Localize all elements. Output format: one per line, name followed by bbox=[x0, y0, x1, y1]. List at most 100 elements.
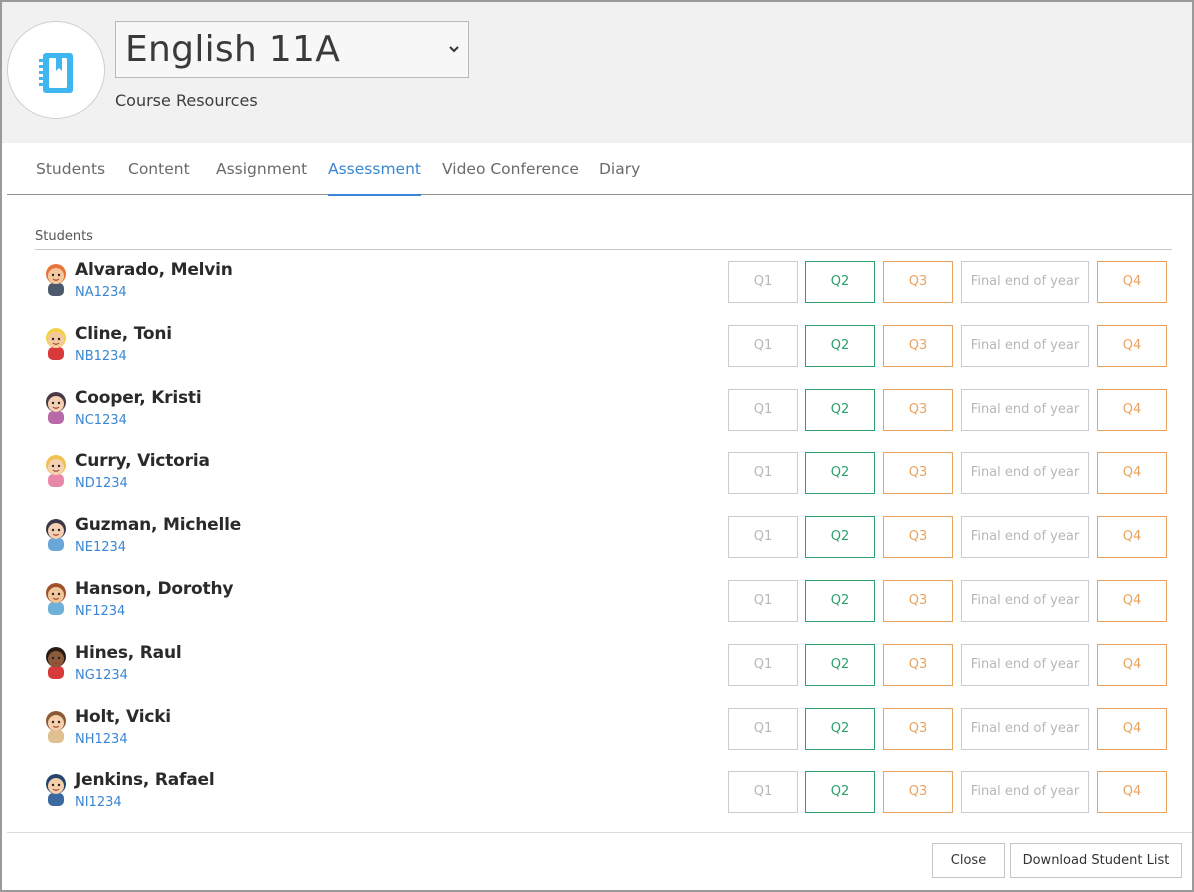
student-name: Cooper, Kristi bbox=[75, 388, 202, 408]
download-student-list-button[interactable]: Download Student List bbox=[1010, 843, 1182, 878]
q1-button[interactable]: Q1 bbox=[728, 325, 798, 367]
table-row: Alvarado, Melvin NA1234 Q1 Q2 Q3 Final end of… bbox=[2, 257, 1192, 309]
final-end-of-year-button[interactable]: Final end of year bbox=[961, 580, 1089, 622]
girl-pigtails-avatar bbox=[46, 392, 66, 424]
final-end-of-year-button[interactable]: Final end of year bbox=[961, 708, 1089, 750]
q3-button[interactable]: Q3 bbox=[883, 580, 953, 622]
table-row: Jenkins, Rafael NI1234 Q1 Q2 Q3 Final end of … bbox=[2, 767, 1192, 819]
boy-blond-avatar bbox=[46, 328, 66, 360]
student-id-link[interactable]: NG1234 bbox=[75, 668, 128, 683]
q2-button[interactable]: Q2 bbox=[805, 452, 875, 494]
table-row: Curry, Victoria ND1234 Q1 Q2 Q3 Final end of … bbox=[2, 448, 1192, 500]
girl-brown-hair-avatar bbox=[46, 583, 66, 615]
final-end-of-year-button[interactable]: Final end of year bbox=[961, 452, 1089, 494]
final-end-of-year-button[interactable]: Final end of year bbox=[961, 644, 1089, 686]
course-header: English 11A Course Resources bbox=[2, 2, 1192, 143]
q1-button[interactable]: Q1 bbox=[728, 644, 798, 686]
girl-dark-hair-avatar bbox=[46, 519, 66, 551]
table-row: Holt, Vicki NH1234 Q1 Q2 Q3 Final end of year… bbox=[2, 704, 1192, 756]
q1-button[interactable]: Q1 bbox=[728, 516, 798, 558]
q2-button[interactable]: Q2 bbox=[805, 325, 875, 367]
table-row: Hanson, Dorothy NF1234 Q1 Q2 Q3 Final end of … bbox=[2, 576, 1192, 628]
q4-button[interactable]: Q4 bbox=[1097, 708, 1167, 750]
student-id-link[interactable]: ND1234 bbox=[75, 476, 128, 491]
girl-blonde-avatar bbox=[46, 455, 66, 487]
student-name: Jenkins, Rafael bbox=[75, 770, 215, 790]
q2-button[interactable]: Q2 bbox=[805, 389, 875, 431]
student-name: Hanson, Dorothy bbox=[75, 579, 234, 599]
q1-button[interactable]: Q1 bbox=[728, 708, 798, 750]
q3-button[interactable]: Q3 bbox=[883, 325, 953, 367]
q3-button[interactable]: Q3 bbox=[883, 516, 953, 558]
boy-redhead-avatar bbox=[46, 264, 66, 296]
q3-button[interactable]: Q3 bbox=[883, 644, 953, 686]
chevron-down-icon bbox=[449, 46, 459, 53]
q2-button[interactable]: Q2 bbox=[805, 708, 875, 750]
table-row: Cline, Toni NB1234 Q1 Q2 Q3 Final end of year… bbox=[2, 321, 1192, 373]
student-name: Guzman, Michelle bbox=[75, 515, 242, 535]
student-id-link[interactable]: NI1234 bbox=[75, 795, 122, 810]
table-row: Cooper, Kristi NC1234 Q1 Q2 Q3 Final end of y… bbox=[2, 385, 1192, 437]
course-logo bbox=[7, 21, 105, 119]
student-id-link[interactable]: NE1234 bbox=[75, 540, 126, 555]
course-subtitle: Course Resources bbox=[115, 91, 258, 110]
close-button[interactable]: Close bbox=[932, 843, 1005, 878]
tab-bar: Students Content Assignment Assessment V… bbox=[7, 143, 1192, 196]
q3-button[interactable]: Q3 bbox=[883, 708, 953, 750]
q4-button[interactable]: Q4 bbox=[1097, 580, 1167, 622]
final-end-of-year-button[interactable]: Final end of year bbox=[961, 516, 1089, 558]
q4-button[interactable]: Q4 bbox=[1097, 644, 1167, 686]
q1-button[interactable]: Q1 bbox=[728, 580, 798, 622]
q4-button[interactable]: Q4 bbox=[1097, 516, 1167, 558]
q4-button[interactable]: Q4 bbox=[1097, 771, 1167, 813]
q1-button[interactable]: Q1 bbox=[728, 771, 798, 813]
q3-button[interactable]: Q3 bbox=[883, 452, 953, 494]
student-id-link[interactable]: NH1234 bbox=[75, 732, 128, 747]
student-id-link[interactable]: NA1234 bbox=[75, 285, 127, 300]
tab-assessment[interactable]: Assessment bbox=[328, 143, 421, 196]
q4-button[interactable]: Q4 bbox=[1097, 325, 1167, 367]
tab-assignment[interactable]: Assignment bbox=[216, 143, 307, 195]
boy-dark-avatar bbox=[46, 647, 66, 679]
final-end-of-year-button[interactable]: Final end of year bbox=[961, 325, 1089, 367]
q4-button[interactable]: Q4 bbox=[1097, 389, 1167, 431]
tab-diary[interactable]: Diary bbox=[599, 143, 640, 195]
table-row: Hines, Raul NG1234 Q1 Q2 Q3 Final end of year… bbox=[2, 640, 1192, 692]
q2-button[interactable]: Q2 bbox=[805, 580, 875, 622]
q4-button[interactable]: Q4 bbox=[1097, 261, 1167, 303]
student-name: Hines, Raul bbox=[75, 643, 182, 663]
course-title: English 11A bbox=[125, 29, 341, 70]
q1-button[interactable]: Q1 bbox=[728, 389, 798, 431]
student-name: Alvarado, Melvin bbox=[75, 260, 233, 280]
q2-button[interactable]: Q2 bbox=[805, 516, 875, 558]
final-end-of-year-button[interactable]: Final end of year bbox=[961, 261, 1089, 303]
q2-button[interactable]: Q2 bbox=[805, 644, 875, 686]
students-section-label: Students bbox=[35, 229, 93, 244]
notebook-icon bbox=[39, 53, 73, 93]
tab-content[interactable]: Content bbox=[128, 143, 190, 195]
q2-button[interactable]: Q2 bbox=[805, 261, 875, 303]
section-divider bbox=[35, 249, 1172, 250]
student-id-link[interactable]: NB1234 bbox=[75, 349, 127, 364]
student-name: Curry, Victoria bbox=[75, 451, 210, 471]
boy-blue-hair-avatar bbox=[46, 774, 66, 806]
final-end-of-year-button[interactable]: Final end of year bbox=[961, 771, 1089, 813]
q2-button[interactable]: Q2 bbox=[805, 771, 875, 813]
tab-students[interactable]: Students bbox=[36, 143, 105, 195]
q3-button[interactable]: Q3 bbox=[883, 771, 953, 813]
q4-button[interactable]: Q4 bbox=[1097, 452, 1167, 494]
final-end-of-year-button[interactable]: Final end of year bbox=[961, 389, 1089, 431]
student-name: Holt, Vicki bbox=[75, 707, 171, 727]
footer-divider bbox=[7, 832, 1192, 833]
q3-button[interactable]: Q3 bbox=[883, 389, 953, 431]
table-row: Guzman, Michelle NE1234 Q1 Q2 Q3 Final end of… bbox=[2, 512, 1192, 564]
q3-button[interactable]: Q3 bbox=[883, 261, 953, 303]
course-select[interactable]: English 11A bbox=[115, 21, 469, 78]
q1-button[interactable]: Q1 bbox=[728, 261, 798, 303]
tab-video-conference[interactable]: Video Conference bbox=[442, 143, 579, 195]
student-id-link[interactable]: NF1234 bbox=[75, 604, 125, 619]
q1-button[interactable]: Q1 bbox=[728, 452, 798, 494]
course-dialog: English 11A Course Resources Students Co… bbox=[0, 0, 1194, 892]
student-name: Cline, Toni bbox=[75, 324, 172, 344]
student-id-link[interactable]: NC1234 bbox=[75, 413, 127, 428]
